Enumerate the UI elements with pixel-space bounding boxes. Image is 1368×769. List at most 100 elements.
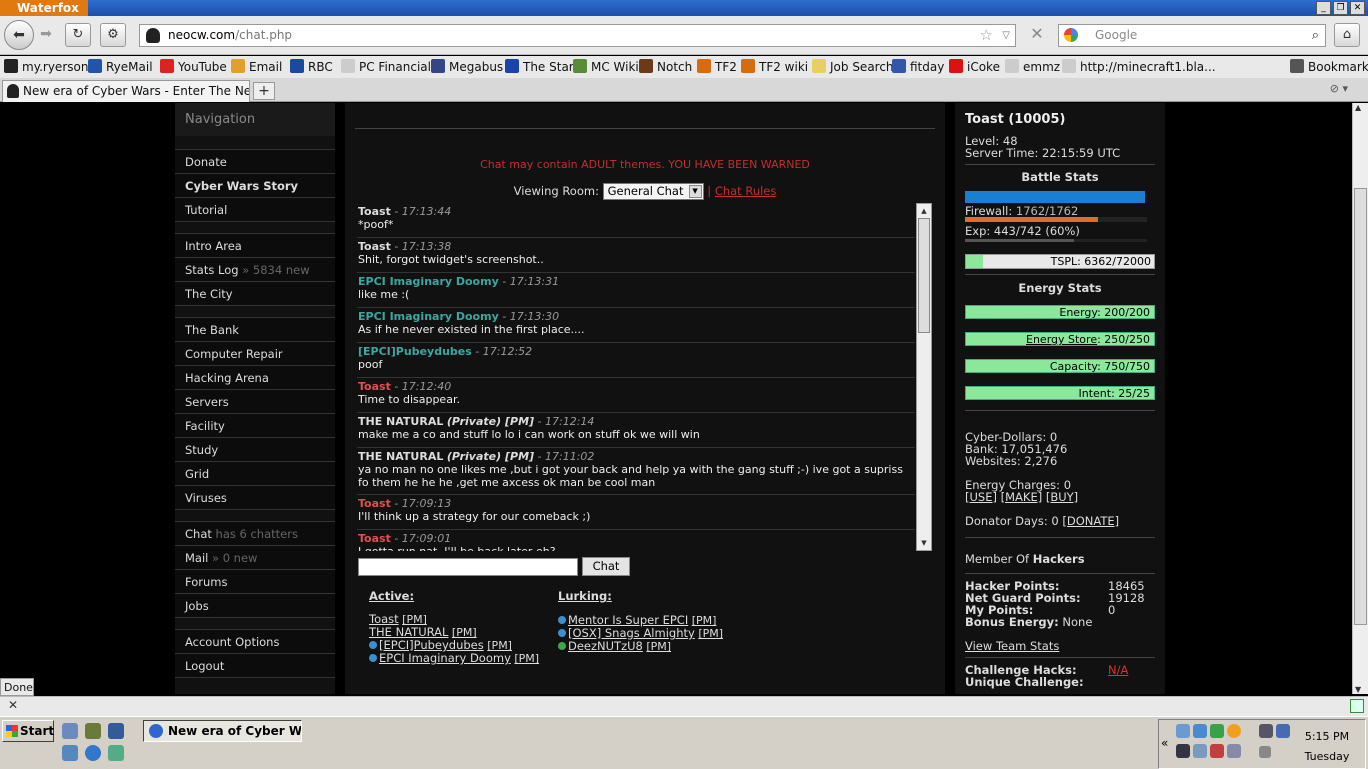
- tray-display-icon[interactable]: [1276, 724, 1290, 738]
- message-author[interactable]: Toast: [358, 205, 391, 218]
- nav-item[interactable]: Chat has 6 chatters: [175, 522, 335, 546]
- chat-rules-link[interactable]: Chat Rules: [715, 184, 777, 198]
- message-author[interactable]: THE NATURAL: [358, 415, 443, 428]
- forward-button[interactable]: ➡: [33, 22, 59, 48]
- show-desktop-icon[interactable]: [62, 723, 78, 739]
- private-tag[interactable]: (Private) [PM]: [447, 450, 534, 463]
- addon-icon[interactable]: [1350, 699, 1364, 713]
- nav-item[interactable]: Mail » 0 new: [175, 546, 335, 570]
- page-scrollbar[interactable]: ▲ ▼: [1352, 103, 1368, 694]
- energy-store-link[interactable]: Energy Store: [1026, 333, 1097, 346]
- donate-link[interactable]: [DONATE]: [1062, 514, 1119, 528]
- bookmark-item[interactable]: fitday: [892, 59, 944, 75]
- home-icon[interactable]: ⌂: [1334, 23, 1360, 47]
- search-icon[interactable]: ⌕: [1312, 25, 1319, 46]
- pm-link[interactable]: [PM]: [514, 652, 539, 665]
- start-button[interactable]: Start: [2, 720, 54, 742]
- bookmark-item[interactable]: The Star: [505, 59, 574, 75]
- computer-icon[interactable]: [108, 723, 124, 739]
- scroll-up-icon[interactable]: ▲: [1355, 103, 1361, 112]
- nav-item[interactable]: Account Options: [175, 630, 335, 654]
- tray-device-icon[interactable]: [1193, 744, 1207, 758]
- close-window-icon[interactable]: ✕: [1350, 1, 1365, 15]
- nav-item[interactable]: Stats Log » 5834 new: [175, 258, 335, 282]
- bookmark-item[interactable]: TF2: [697, 59, 737, 75]
- tray-monitor-icon[interactable]: [1176, 744, 1190, 758]
- minecraft-icon[interactable]: [85, 723, 101, 739]
- bookmark-item[interactable]: iCoke: [949, 59, 1000, 75]
- scroll-down-icon[interactable]: ▼: [1355, 685, 1361, 694]
- user-name-link[interactable]: THE NATURAL: [369, 625, 448, 639]
- settings-button[interactable]: ⚙: [100, 23, 126, 47]
- message-author[interactable]: [EPCI]Pubeydubes: [358, 345, 472, 358]
- page-scroll-thumb[interactable]: [1354, 188, 1367, 625]
- room-select[interactable]: General Chat ▼: [602, 183, 704, 200]
- nav-item[interactable]: Cyber Wars Story: [175, 174, 335, 198]
- search-bar[interactable]: Google ⌕: [1058, 24, 1326, 47]
- user-name-link[interactable]: Toast: [369, 612, 399, 626]
- view-team-stats-link[interactable]: View Team Stats: [965, 640, 1155, 652]
- bookmark-item[interactable]: YouTube: [160, 59, 227, 75]
- scroll-up-icon[interactable]: ▲: [918, 205, 930, 217]
- url-dropdown-icon[interactable]: ▽: [1002, 25, 1010, 46]
- bookmark-item[interactable]: my.ryerson: [4, 59, 88, 75]
- sync-icon[interactable]: ⊘ ▾: [1330, 82, 1348, 95]
- clock[interactable]: 5:15 PM Tuesday: [1292, 727, 1362, 767]
- user-name-link[interactable]: [OSX] Snags Almighty: [568, 626, 695, 640]
- pm-link[interactable]: [PM]: [646, 640, 671, 653]
- new-tab-button[interactable]: +: [253, 82, 275, 100]
- volume-icon[interactable]: [1259, 746, 1271, 758]
- bookmark-item[interactable]: RyeMail: [88, 59, 153, 75]
- bookmark-item[interactable]: Notch: [639, 59, 692, 75]
- tray-check-icon[interactable]: [1210, 724, 1224, 738]
- challenge-hacks-value[interactable]: N/A: [1108, 664, 1128, 676]
- chat-scroll-thumb[interactable]: [918, 218, 930, 333]
- bookmark-item[interactable]: Bookmarks: [1290, 59, 1368, 75]
- user-name-link[interactable]: EPCI Imaginary Doomy: [379, 651, 511, 665]
- nav-item[interactable]: Forums: [175, 570, 335, 594]
- bookmark-item[interactable]: Job Search: [812, 59, 894, 75]
- bookmark-item[interactable]: RBC: [290, 59, 333, 75]
- bookmark-item[interactable]: MC Wiki: [573, 59, 639, 75]
- close-icon[interactable]: ✕: [8, 698, 18, 712]
- nav-item[interactable]: Donate: [175, 150, 335, 174]
- buy-charge-link[interactable]: [BUY]: [1046, 490, 1078, 504]
- chat-scrollbar[interactable]: ▲ ▼: [916, 203, 932, 551]
- nav-item[interactable]: Facility: [175, 414, 335, 438]
- nav-item[interactable]: Logout: [175, 654, 335, 678]
- tab-active[interactable]: New era of Cyber Wars - Enter The Net -: [2, 80, 250, 102]
- message-author[interactable]: Toast: [358, 240, 391, 253]
- tray-app-icon[interactable]: [1227, 744, 1241, 758]
- use-charge-link[interactable]: [USE]: [965, 490, 997, 504]
- messenger-icon[interactable]: [108, 745, 124, 761]
- bookmark-item[interactable]: Megabus: [431, 59, 503, 75]
- user-name-link[interactable]: Mentor Is Super EPCI: [568, 613, 688, 627]
- scroll-down-icon[interactable]: ▼: [918, 537, 930, 549]
- bookmark-item[interactable]: http://minecraft1.bla...: [1062, 59, 1216, 75]
- tray-alert-icon[interactable]: [1210, 744, 1224, 758]
- nav-item[interactable]: Intro Area: [175, 234, 335, 258]
- reload-button[interactable]: ↻: [65, 23, 91, 47]
- browser-icon[interactable]: [85, 745, 101, 761]
- message-author[interactable]: EPCI Imaginary Doomy: [358, 310, 499, 323]
- message-author[interactable]: THE NATURAL: [358, 450, 443, 463]
- nav-item[interactable]: Grid: [175, 462, 335, 486]
- bookmark-star-icon[interactable]: ☆: [980, 25, 993, 46]
- pm-link[interactable]: [PM]: [692, 614, 717, 627]
- bookmark-item[interactable]: PC Financial: [341, 59, 431, 75]
- private-tag[interactable]: (Private) [PM]: [447, 415, 534, 428]
- url-bar[interactable]: neocw.com/chat.php ☆ ▽: [139, 24, 1016, 47]
- message-author[interactable]: Toast: [358, 380, 391, 393]
- stop-icon[interactable]: ✕: [1024, 23, 1050, 47]
- back-button[interactable]: ⬅: [4, 20, 34, 50]
- tray-update-icon[interactable]: [1227, 724, 1241, 738]
- tray-battery-icon[interactable]: [1259, 724, 1273, 738]
- bookmark-item[interactable]: TF2 wiki: [741, 59, 808, 75]
- minimize-icon[interactable]: _: [1316, 1, 1331, 15]
- nav-item[interactable]: The City: [175, 282, 335, 306]
- message-author[interactable]: Toast: [358, 497, 391, 510]
- bookmark-item[interactable]: Email: [231, 59, 282, 75]
- user-name-link[interactable]: [EPCI]Pubeydubes: [379, 638, 484, 652]
- user-name-link[interactable]: DeezNUTzU8: [568, 639, 643, 653]
- message-author[interactable]: EPCI Imaginary Doomy: [358, 275, 499, 288]
